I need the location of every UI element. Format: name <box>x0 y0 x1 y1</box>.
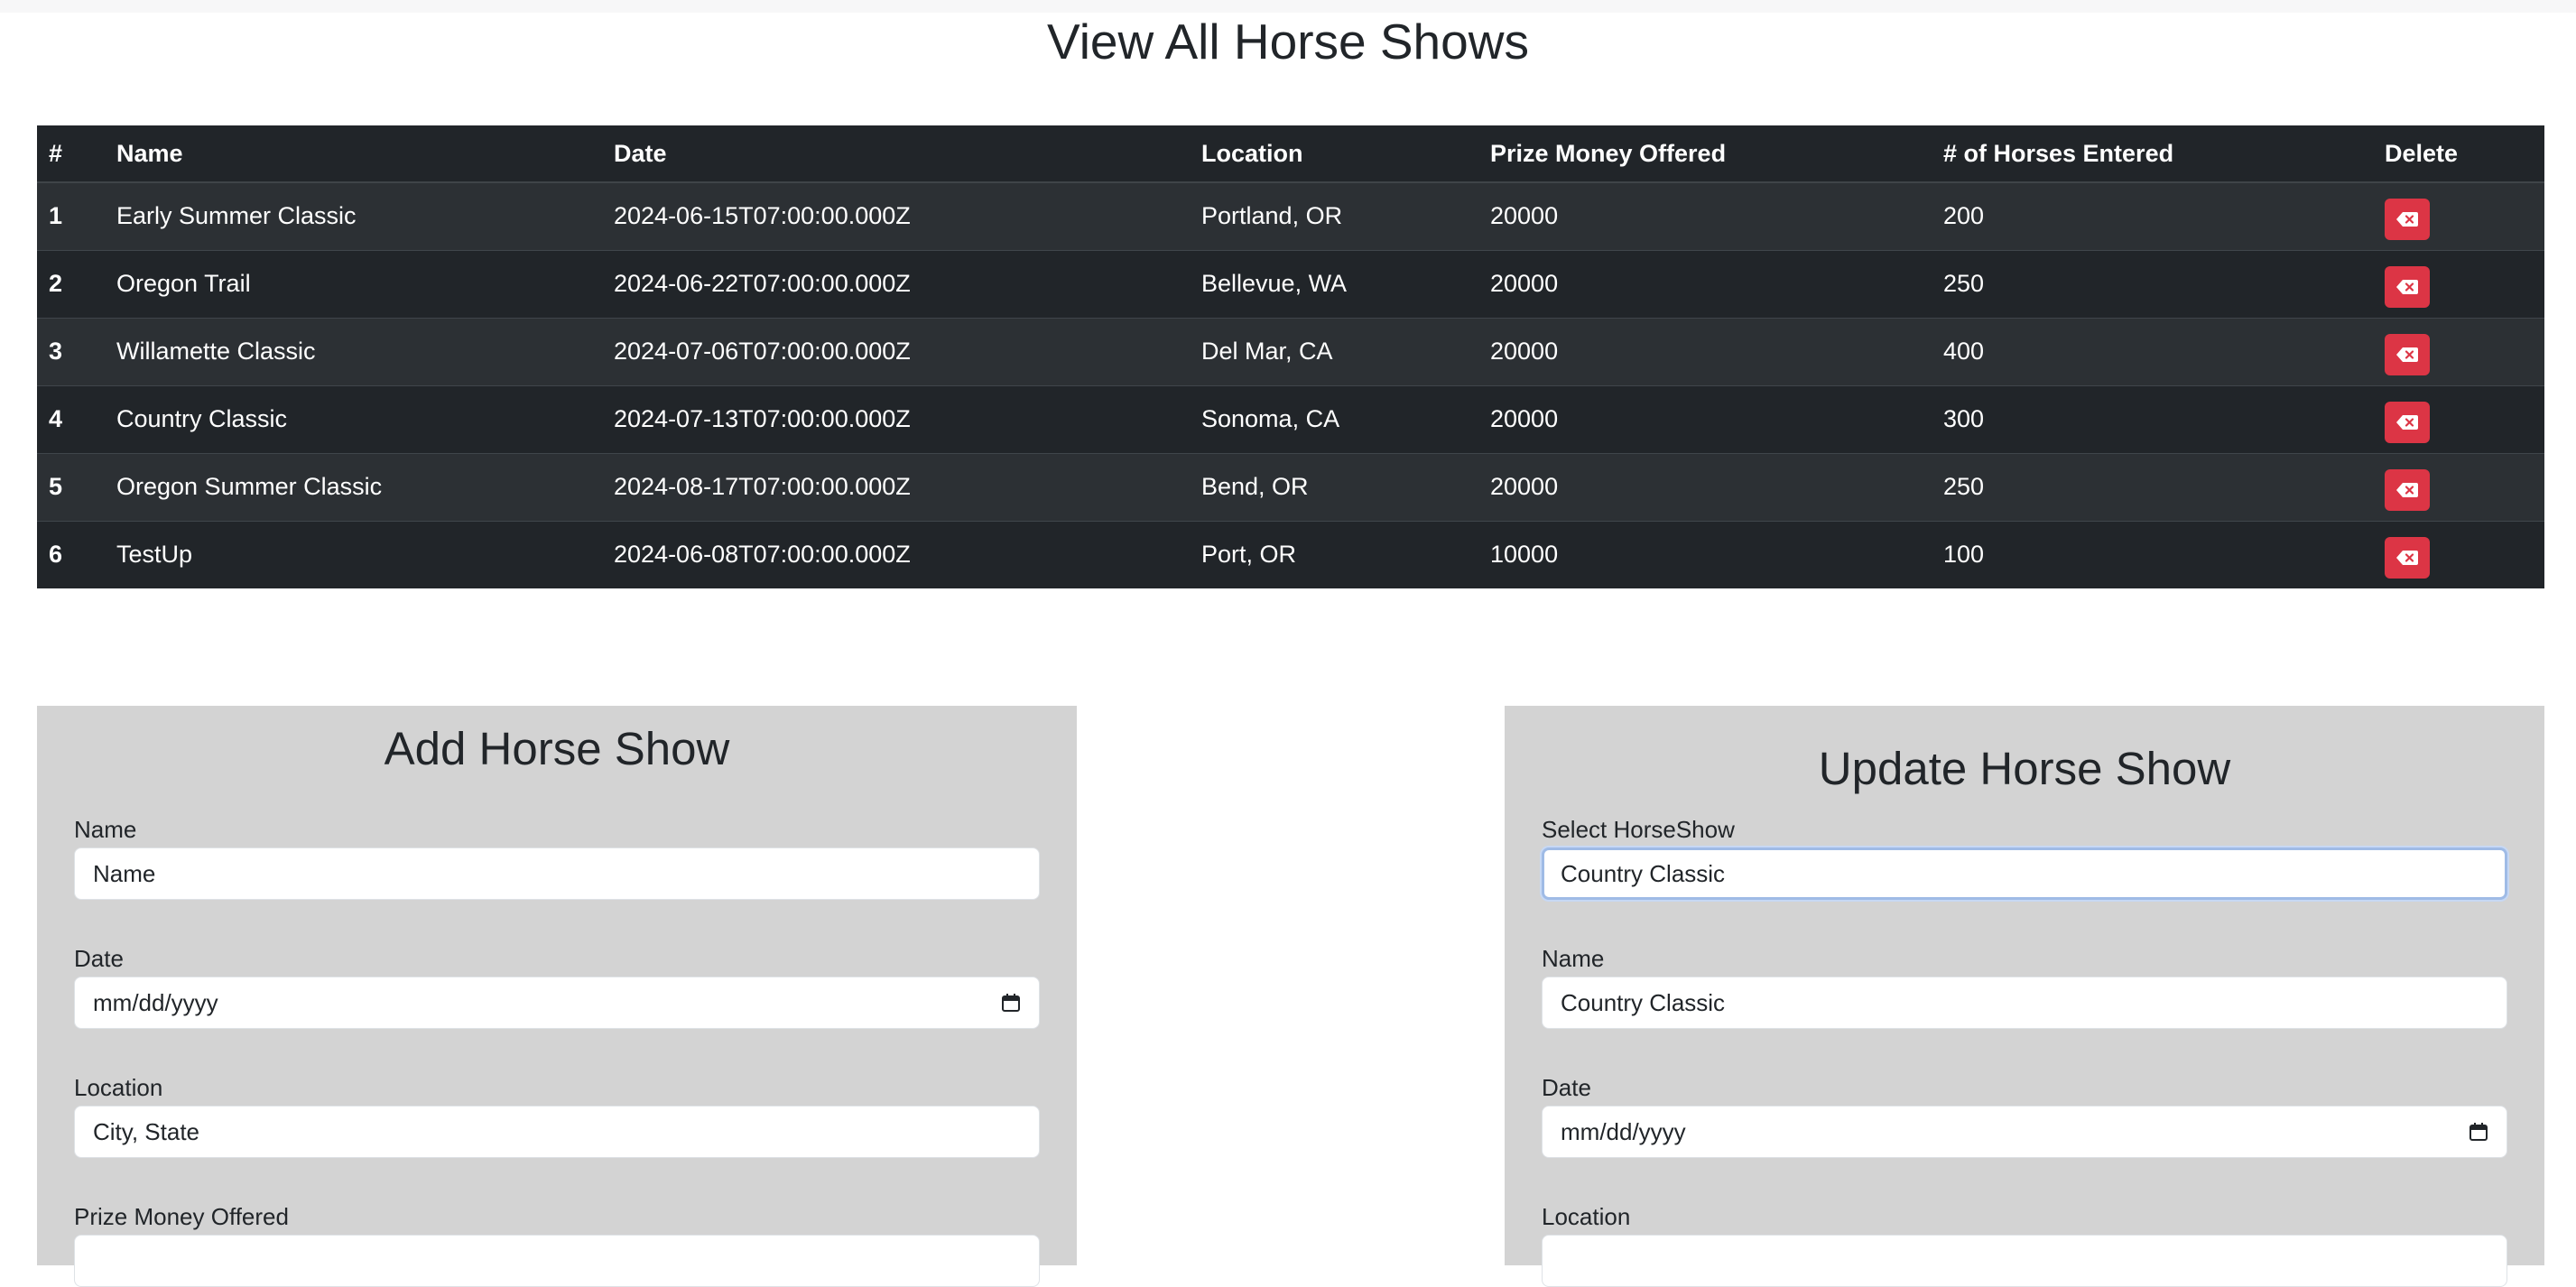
row-date: 2024-08-17T07:00:00.000Z <box>602 452 1190 521</box>
page-title: View All Horse Shows <box>1047 14 1529 69</box>
update-name-input[interactable]: Country Classic <box>1542 977 2507 1029</box>
update-date-input[interactable]: mm/dd/yyyy <box>1542 1106 2507 1158</box>
add-location-input[interactable]: City, State <box>74 1106 1040 1158</box>
delete-button[interactable] <box>2385 198 2430 240</box>
row-name: Country Classic <box>105 384 602 453</box>
table-row: 2 Oregon Trail 2024-06-22T07:00:00.000Z … <box>37 249 2544 318</box>
table-row: 4 Country Classic 2024-07-13T07:00:00.00… <box>37 384 2544 453</box>
col-header-date: Date <box>602 125 1190 183</box>
row-date: 2024-06-15T07:00:00.000Z <box>602 181 1190 250</box>
row-delete-cell <box>2373 520 2544 588</box>
update-date-placeholder: mm/dd/yyyy <box>1561 1118 1686 1145</box>
row-number: 5 <box>37 452 105 521</box>
row-number: 2 <box>37 249 105 318</box>
add-location-label: Location <box>74 1074 163 1101</box>
update-form-title: Update Horse Show <box>1818 743 2231 794</box>
select-horseshow-value: Country Classic <box>1561 860 1726 887</box>
add-name-placeholder: Name <box>93 860 156 887</box>
add-date-placeholder: mm/dd/yyyy <box>93 989 218 1016</box>
select-horseshow-label: Select HorseShow <box>1542 816 1735 843</box>
calendar-icon[interactable] <box>1001 993 1021 1013</box>
row-horses-entered: 400 <box>1932 317 2373 385</box>
backspace-x-icon <box>2396 482 2418 497</box>
table-row: 5 Oregon Summer Classic 2024-08-17T07:00… <box>37 452 2544 521</box>
row-delete-cell <box>2373 384 2544 453</box>
delete-button[interactable] <box>2385 468 2430 511</box>
backspace-x-icon <box>2396 414 2418 430</box>
row-horses-entered: 250 <box>1932 249 2373 318</box>
row-prize-money: 20000 <box>1478 452 1932 521</box>
update-date-label: Date <box>1542 1074 1591 1101</box>
horse-shows-table-container: # Name Date Location Prize Money Offered… <box>37 125 2544 588</box>
col-header-prize-money: Prize Money Offered <box>1478 125 1932 183</box>
row-name: Oregon Summer Classic <box>105 452 602 521</box>
col-header-horses-entered: # of Horses Entered <box>1932 125 2373 183</box>
row-number: 6 <box>37 520 105 588</box>
add-name-label: Name <box>74 816 137 843</box>
add-name-input[interactable]: Name <box>74 847 1040 900</box>
update-location-label: Location <box>1542 1203 1631 1230</box>
backspace-x-icon <box>2396 211 2418 227</box>
add-date-label: Date <box>74 945 124 972</box>
row-delete-cell <box>2373 181 2544 250</box>
row-date: 2024-06-08T07:00:00.000Z <box>602 520 1190 588</box>
add-prize-label: Prize Money Offered <box>74 1203 289 1230</box>
row-location: Bend, OR <box>1190 452 1478 521</box>
col-header-number: # <box>37 125 105 183</box>
row-horses-entered: 200 <box>1932 181 2373 250</box>
row-name: Early Summer Classic <box>105 181 602 250</box>
update-name-label: Name <box>1542 945 1605 972</box>
row-number: 4 <box>37 384 105 453</box>
row-location: Portland, OR <box>1190 181 1478 250</box>
row-horses-entered: 100 <box>1932 520 2373 588</box>
row-location: Bellevue, WA <box>1190 249 1478 318</box>
table-row: 6 TestUp 2024-06-08T07:00:00.000Z Port, … <box>37 520 2544 588</box>
add-date-input[interactable]: mm/dd/yyyy <box>74 977 1040 1029</box>
row-prize-money: 10000 <box>1478 520 1932 588</box>
calendar-icon[interactable] <box>2469 1122 2488 1142</box>
row-name: Oregon Trail <box>105 249 602 318</box>
table-row: 3 Willamette Classic 2024-07-06T07:00:00… <box>37 317 2544 385</box>
row-prize-money: 20000 <box>1478 181 1932 250</box>
add-location-placeholder: City, State <box>93 1118 200 1145</box>
row-prize-money: 20000 <box>1478 249 1932 318</box>
update-name-value: Country Classic <box>1561 989 1726 1016</box>
add-form-title: Add Horse Show <box>384 723 730 774</box>
row-date: 2024-06-22T07:00:00.000Z <box>602 249 1190 318</box>
row-number: 3 <box>37 317 105 385</box>
row-delete-cell <box>2373 317 2544 385</box>
row-name: Willamette Classic <box>105 317 602 385</box>
add-horse-show-form: Add Horse Show Name Name Date mm/dd/yyyy… <box>37 706 1077 1287</box>
row-delete-cell <box>2373 452 2544 521</box>
row-location: Port, OR <box>1190 520 1478 588</box>
backspace-x-icon <box>2396 279 2418 294</box>
backspace-x-icon <box>2396 347 2418 362</box>
col-header-delete: Delete <box>2373 125 2544 183</box>
delete-button[interactable] <box>2385 333 2430 375</box>
delete-button[interactable] <box>2385 401 2430 443</box>
row-prize-money: 20000 <box>1478 384 1932 453</box>
col-header-location: Location <box>1190 125 1478 183</box>
delete-button[interactable] <box>2385 265 2430 308</box>
delete-button[interactable] <box>2385 536 2430 579</box>
row-prize-money: 20000 <box>1478 317 1932 385</box>
row-horses-entered: 250 <box>1932 452 2373 521</box>
row-number: 1 <box>37 181 105 250</box>
horse-shows-table: # Name Date Location Prize Money Offered… <box>37 125 2544 588</box>
update-location-input[interactable] <box>1542 1235 2507 1287</box>
add-prize-input[interactable] <box>74 1235 1040 1287</box>
row-date: 2024-07-06T07:00:00.000Z <box>602 317 1190 385</box>
select-horseshow-dropdown[interactable]: Country Classic <box>1542 847 2507 900</box>
col-header-name: Name <box>105 125 602 183</box>
table-row: 1 Early Summer Classic 2024-06-15T07:00:… <box>37 181 2544 250</box>
backspace-x-icon <box>2396 550 2418 565</box>
row-name: TestUp <box>105 520 602 588</box>
row-horses-entered: 300 <box>1932 384 2373 453</box>
table-header-row: # Name Date Location Prize Money Offered… <box>37 125 2544 183</box>
row-delete-cell <box>2373 249 2544 318</box>
row-location: Del Mar, CA <box>1190 317 1478 385</box>
row-location: Sonoma, CA <box>1190 384 1478 453</box>
row-date: 2024-07-13T07:00:00.000Z <box>602 384 1190 453</box>
update-horse-show-form: Update Horse Show Select HorseShow Count… <box>1505 706 2544 1287</box>
